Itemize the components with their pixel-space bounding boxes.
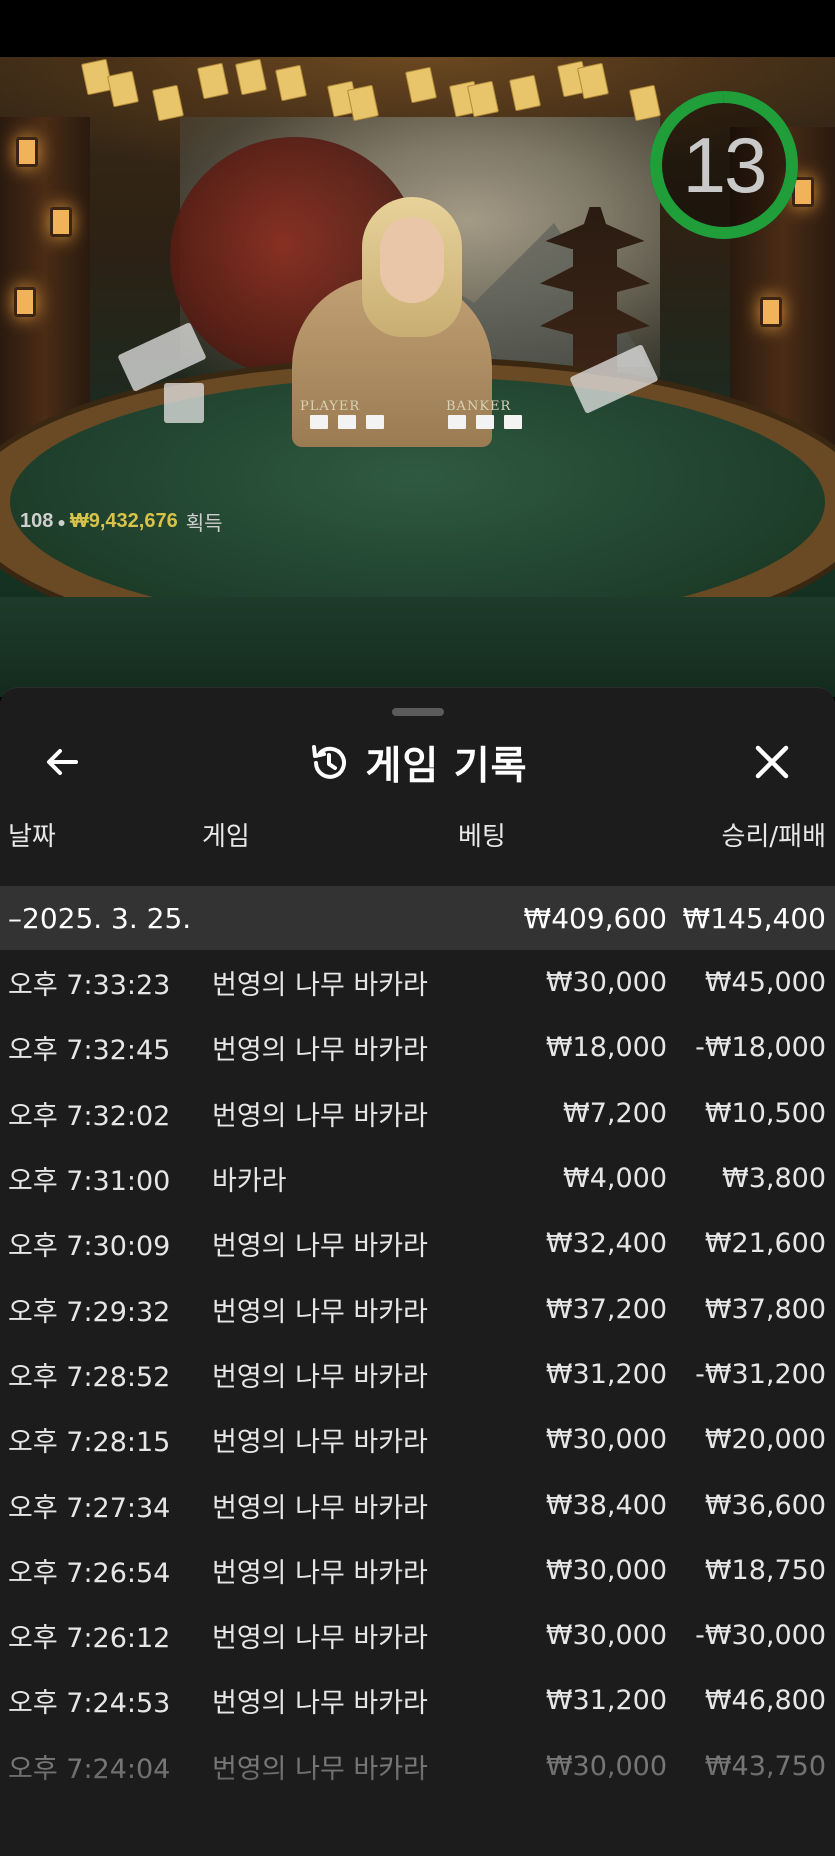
history-row[interactable]: 오후 7:31:00 바카라 ₩4,000 ₩3,800 <box>0 1146 835 1211</box>
history-game: 번영의 나무 바카라 <box>212 1557 428 1589</box>
history-game: 번영의 나무 바카라 <box>212 1492 428 1524</box>
history-bet: ₩30,000 <box>545 1554 667 1586</box>
history-bet: ₩30,000 <box>545 1620 667 1652</box>
history-row[interactable]: 오후 7:29:32 번영의 나무 바카라 ₩37,200 ₩37,800 <box>0 1276 835 1341</box>
history-game: 번영의 나무 바카라 <box>212 1231 428 1263</box>
winnings-amount: ₩9,432,676 <box>69 510 178 532</box>
history-game: 번영의 나무 바카라 <box>212 1688 428 1720</box>
history-row[interactable]: 오후 7:33:23 번영의 나무 바카라 ₩30,000 ₩45,000 <box>0 950 835 1015</box>
history-time: 오후 7:24:53 <box>8 1688 171 1720</box>
history-time: 오후 7:28:15 <box>8 1427 171 1459</box>
history-win-loss: -₩31,200 <box>695 1358 826 1390</box>
history-icon <box>312 745 347 779</box>
history-game: 번영의 나무 바카라 <box>212 970 428 1002</box>
history-game: 번영의 나무 바카라 <box>212 1427 428 1459</box>
game-history-sheet: 게임 기록 날짜 게임 베팅 승리/패배 –2025. 3. 25. ₩409,… <box>0 687 835 1856</box>
history-time: 오후 7:28:52 <box>8 1361 171 1393</box>
column-header-bet: 베팅 <box>458 822 506 852</box>
history-game: 번영의 나무 바카라 <box>212 1035 428 1067</box>
timer-value: 13 <box>682 120 768 209</box>
history-bet: ₩30,000 <box>545 1424 667 1456</box>
history-time: 오후 7:26:54 <box>8 1557 171 1589</box>
column-header-date: 날짜 <box>8 822 56 852</box>
history-bet: ₩4,000 <box>563 1163 667 1195</box>
sheet-drag-handle[interactable] <box>392 708 444 716</box>
history-row[interactable]: 오후 7:27:34 번영의 나무 바카라 ₩38,400 ₩36,600 <box>0 1472 835 1537</box>
sheet-header: 게임 기록 <box>0 736 835 790</box>
date-group-win-total: ₩145,400 <box>682 901 826 935</box>
banker-label: BANKER <box>446 399 512 414</box>
player-label: PLAYER <box>300 399 361 414</box>
page-title: 게임 기록 <box>365 744 528 789</box>
history-time: 오후 7:27:34 <box>8 1492 171 1524</box>
history-row[interactable]: 오후 7:32:02 번영의 나무 바카라 ₩7,200 ₩10,500 <box>0 1081 835 1146</box>
history-win-loss: ₩46,800 <box>704 1685 826 1717</box>
history-time: 오후 7:32:45 <box>8 1035 171 1067</box>
history-bet: ₩18,000 <box>545 1032 667 1064</box>
date-group-bet-total: ₩409,600 <box>523 901 667 935</box>
history-win-loss: ₩18,750 <box>704 1554 826 1586</box>
history-time: 오후 7:31:00 <box>8 1166 171 1198</box>
close-button[interactable] <box>748 738 796 786</box>
history-win-loss: ₩20,000 <box>704 1424 826 1456</box>
history-win-loss: ₩45,000 <box>704 967 826 999</box>
history-row[interactable]: 오후 7:26:54 번영의 나무 바카라 ₩30,000 ₩18,750 <box>0 1538 835 1603</box>
history-bet: ₩32,400 <box>545 1228 667 1260</box>
winnings-label: 획득 <box>185 513 223 535</box>
column-header-win-loss: 승리/패배 <box>721 822 826 852</box>
history-game: 번영의 나무 바카라 <box>212 1100 428 1132</box>
history-row[interactable]: 오후 7:28:15 번영의 나무 바카라 ₩30,000 ₩20,000 <box>0 1407 835 1472</box>
history-bet: ₩7,200 <box>563 1097 667 1129</box>
history-win-loss: ₩10,500 <box>704 1097 826 1129</box>
date-group-row[interactable]: –2025. 3. 25. ₩409,600 ₩145,400 <box>0 886 835 950</box>
history-win-loss: ₩3,800 <box>722 1163 826 1195</box>
history-game: 번영의 나무 바카라 <box>212 1623 428 1655</box>
history-win-loss: ₩21,600 <box>704 1228 826 1260</box>
history-row[interactable]: 오후 7:28:52 번영의 나무 바카라 ₩31,200 -₩31,200 <box>0 1342 835 1407</box>
history-game: 바카라 <box>212 1166 287 1198</box>
history-list: 오후 7:33:23 번영의 나무 바카라 ₩30,000 ₩45,000 오후 7:3… <box>0 950 835 1799</box>
players-winnings: 108 ● ₩9,432,676 획득 <box>20 507 223 536</box>
date-group-label: –2025. 3. 25. <box>8 901 192 935</box>
history-time: 오후 7:30:09 <box>8 1231 171 1263</box>
person-icon: ● <box>57 513 66 530</box>
live-video: PLAYER BANKER 13 108 ● ₩9,432,676 획득 <box>0 57 835 697</box>
column-header-game: 게임 <box>202 822 250 852</box>
history-time: 오후 7:32:02 <box>8 1100 171 1132</box>
history-bet: ₩31,200 <box>545 1685 667 1717</box>
countdown-timer: 13 <box>648 89 800 241</box>
history-row[interactable]: 오후 7:26:12 번영의 나무 바카라 ₩30,000 -₩30,000 <box>0 1603 835 1668</box>
players-count: 108 <box>20 510 54 532</box>
history-bet: ₩38,400 <box>545 1489 667 1521</box>
history-win-loss: -₩18,000 <box>695 1032 826 1064</box>
history-time: 오후 7:26:12 <box>8 1623 171 1655</box>
history-bet: ₩30,000 <box>545 967 667 999</box>
history-win-loss: -₩30,000 <box>695 1620 826 1652</box>
status-bar <box>0 0 835 57</box>
history-time: 오후 7:33:23 <box>8 970 171 1002</box>
history-game: 번영의 나무 바카라 <box>212 1361 428 1393</box>
history-row[interactable]: 오후 7:30:09 번영의 나무 바카라 ₩32,400 ₩21,600 <box>0 1211 835 1276</box>
history-row[interactable]: 오후 7:24:53 번영의 나무 바카라 ₩31,200 ₩46,800 <box>0 1668 835 1733</box>
history-row[interactable]: 오후 7:32:45 번영의 나무 바카라 ₩18,000 -₩18,000 <box>0 1015 835 1080</box>
close-icon <box>755 745 789 779</box>
discard-tray <box>164 383 204 423</box>
history-game: 번영의 나무 바카라 <box>212 1296 428 1328</box>
history-win-loss: ₩37,800 <box>704 1293 826 1325</box>
history-time: 오후 7:29:32 <box>8 1296 171 1328</box>
history-win-loss: ₩36,600 <box>704 1489 826 1521</box>
history-bet: ₩37,200 <box>545 1293 667 1325</box>
history-bet: ₩31,200 <box>545 1358 667 1390</box>
